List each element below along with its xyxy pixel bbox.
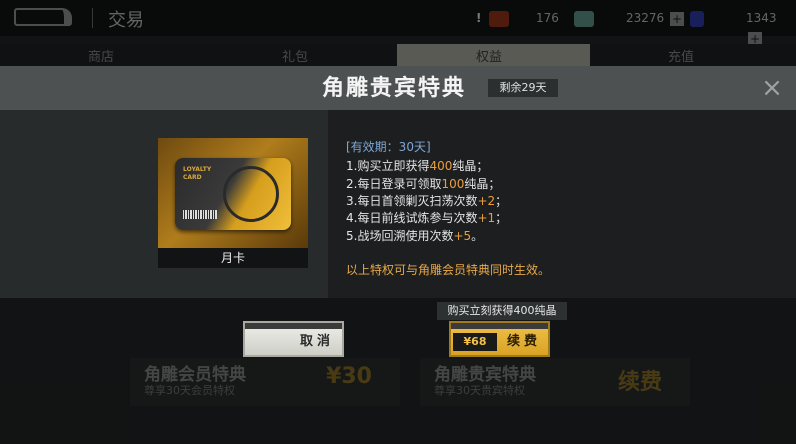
close-icon: × [761, 73, 783, 103]
benefit-highlight: +1 [477, 211, 496, 225]
benefit-line: 2.每日登录可领取100纯晶； [346, 175, 500, 192]
purchase-tip: 购买立刻获得400纯晶 [437, 302, 567, 320]
benefit-highlight: +5 [453, 229, 472, 243]
button-top-strip [451, 323, 548, 329]
eagle-emblem-icon [223, 166, 279, 222]
renew-label: 续费 [507, 334, 542, 349]
benefit-text: 。 [471, 229, 484, 243]
card-label: 月卡 [158, 248, 308, 268]
days-left-badge: 剩余29天 [488, 79, 558, 97]
benefit-highlight: 400 [429, 159, 453, 173]
benefit-text: ； [495, 211, 508, 225]
close-button[interactable]: × [760, 75, 784, 101]
benefit-line: 4.每日前线试炼参与次数+1； [346, 209, 507, 226]
benefit-text: 纯晶； [452, 159, 489, 173]
benefit-line: 3.每日首领剿灭扫荡次数+2； [346, 192, 507, 209]
modal-title: 角雕贵宾特典 [322, 76, 467, 101]
cancel-button[interactable]: 取消 [243, 321, 344, 357]
benefit-highlight: 100 [441, 177, 465, 191]
benefit-text: 5.战场回溯使用次数 [346, 229, 454, 243]
benefit-text: 3.每日首领剿灭扫荡次数 [346, 194, 478, 208]
validity-text: [有效期：30天] [346, 140, 431, 154]
benefit-text: 纯晶； [464, 177, 501, 191]
benefit-text: 1.购买立即获得 [346, 159, 430, 173]
renew-price: ¥68 [453, 333, 497, 351]
card-text-line: LOYALTY [183, 166, 212, 173]
benefit-text: ； [495, 194, 508, 208]
loyalty-card-graphic: LOYALTY CARD [175, 158, 291, 230]
card-text: LOYALTY CARD [183, 166, 211, 182]
button-top-strip [245, 323, 342, 329]
benefit-line: 5.战场回溯使用次数+5。 [346, 227, 483, 244]
benefit-highlight: +2 [477, 194, 496, 208]
barcode-icon [183, 210, 217, 219]
renew-button[interactable]: ¥68 续费 [449, 321, 550, 357]
footnote: 以上特权可与角雕会员特典同时生效。 [346, 263, 551, 277]
benefit-text: 4.每日前线试炼参与次数 [346, 211, 478, 225]
benefit-text: 2.每日登录可领取 [346, 177, 442, 191]
card-text-line: CARD [183, 174, 202, 181]
cancel-label: 取消 [299, 334, 334, 349]
benefit-line: 1.购买立即获得400纯晶； [346, 157, 488, 174]
